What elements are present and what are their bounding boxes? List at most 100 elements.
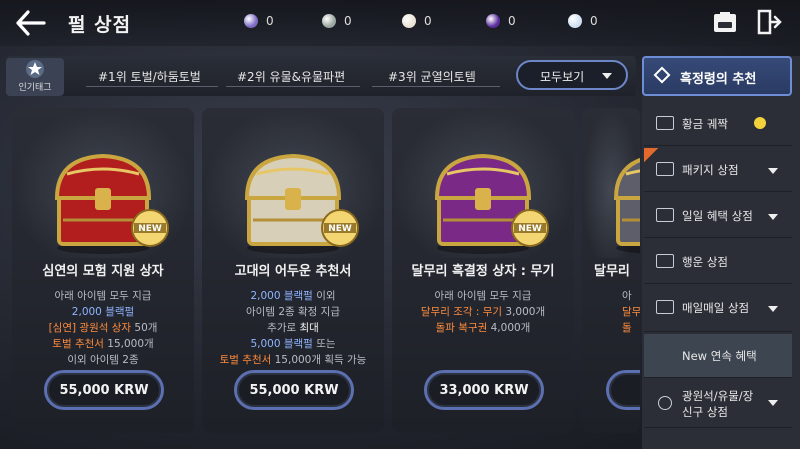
description-text: 이외 bbox=[312, 290, 336, 302]
description-text: [심연] 광원석 상자 bbox=[48, 322, 132, 334]
product-description: 아달무리돌 bbox=[622, 288, 640, 336]
tag-2-underline bbox=[226, 86, 360, 87]
price-button[interactable]: 33,000 KRW bbox=[424, 370, 544, 410]
price-button[interactable]: 55,000 KRW bbox=[44, 370, 164, 410]
sidebar-item-label: New 연속 혜택 bbox=[682, 349, 757, 363]
gold-coin-icon bbox=[754, 117, 766, 129]
currency-value: 0 bbox=[344, 14, 352, 28]
ring-icon bbox=[658, 396, 672, 410]
currency-5: 0 bbox=[568, 12, 598, 30]
description-line: 아 bbox=[622, 288, 640, 304]
description-text: 돌파 복구권 bbox=[435, 322, 488, 334]
product-description: 아래 아이템 모두 지급 2,000 블랙펄 [심연] 광원석 상자 50개 토벌 추… bbox=[12, 288, 194, 368]
description-text: 또는 bbox=[312, 338, 336, 350]
chevron-down-icon[interactable] bbox=[768, 214, 778, 220]
sidebar-item-6[interactable]: New 연속 혜택 bbox=[644, 334, 792, 378]
chevron-down-icon[interactable] bbox=[768, 168, 778, 174]
product-card[interactable]: NEW 달무리 흑결정 상자 : 무기아래 아이템 모두 지급달무리 조각 : 무… bbox=[392, 108, 574, 433]
description-text: 아이템 2종 확정 지급 bbox=[246, 306, 340, 318]
currency-4: 0 bbox=[486, 12, 516, 30]
chevron-down-icon[interactable] bbox=[768, 306, 778, 312]
sidebar-item-label: 황금 궤짝 bbox=[682, 117, 728, 131]
description-text: 2,000 블랙펄 bbox=[250, 290, 313, 302]
sidebar-item-1[interactable]: 황금 궤짝 bbox=[644, 102, 792, 146]
chevron-down-icon[interactable] bbox=[768, 400, 778, 406]
sidebar-item-label: 광원석/유물/장신구 상점 bbox=[682, 388, 753, 420]
product-card[interactable]: 달무리아달무리돌 bbox=[582, 108, 640, 433]
description-text: 달무리 조각 : 무기 bbox=[420, 306, 503, 318]
description-line: 돌파 복구권 4,000개 bbox=[392, 320, 574, 336]
product-card[interactable]: NEW 고대의 어두운 추천서 2,000 블랙펄 이외 아이템 2종 확정 지급 추가… bbox=[202, 108, 384, 433]
description-line: 아래 아이템 모두 지급 bbox=[12, 288, 194, 304]
tag-3-underline bbox=[372, 86, 500, 87]
description-text: 아 bbox=[622, 290, 632, 302]
tag-1[interactable]: #1위 토벌/하둠토벌 bbox=[98, 68, 201, 85]
package-box-icon bbox=[656, 208, 674, 222]
description-text: 이외 아이템 2종 bbox=[67, 354, 139, 366]
sidebar-title: 흑정령의 추천 bbox=[680, 72, 757, 87]
description-line: 5,000 블랙펄 또는 bbox=[202, 336, 384, 352]
description-text: 3,000개 bbox=[502, 306, 546, 318]
new-badge-icon: NEW bbox=[511, 209, 549, 247]
chest-icon bbox=[656, 254, 674, 268]
exit-door-icon[interactable] bbox=[756, 9, 782, 35]
chevron-down-icon bbox=[602, 73, 612, 79]
product-name: 달무리 흑결정 상자 : 무기 bbox=[411, 264, 555, 279]
description-text: 아래 아이템 모두 지급 bbox=[434, 290, 532, 302]
popular-tag-badge: 인기태그 bbox=[6, 58, 64, 96]
description-text: 아래 아이템 모두 지급 bbox=[54, 290, 152, 302]
description-text: 15,000개 획득 가능 bbox=[271, 354, 367, 366]
sidebar-item-label: 행운 상점 bbox=[682, 255, 728, 269]
package-box-icon bbox=[656, 162, 674, 176]
description-text: 최대 bbox=[299, 322, 319, 334]
sidebar-item-3[interactable]: 일일 혜택 상점 bbox=[644, 194, 792, 238]
view-all-dropdown[interactable]: 모두보기 bbox=[516, 60, 628, 90]
description-text: 추가로 bbox=[267, 322, 300, 334]
description-text: 2,000 블랙펄 bbox=[71, 306, 135, 318]
price-button[interactable]: 55,000 KRW bbox=[234, 370, 354, 410]
treasure-chest-icon bbox=[613, 158, 640, 254]
sidebar-item-5[interactable]: 매일매일 상점 bbox=[644, 286, 792, 332]
purple-m-coin-icon bbox=[244, 14, 258, 28]
description-text: 돌 bbox=[622, 322, 632, 334]
currency-value: 0 bbox=[508, 14, 516, 28]
product-name: 달무리 bbox=[594, 264, 630, 279]
tag-1-underline bbox=[86, 86, 218, 87]
description-line: 이외 아이템 2종 bbox=[12, 352, 194, 368]
sidebar-item-label-line1: 광원석/유물/장 bbox=[682, 389, 754, 403]
description-text: 토벌 추천서 bbox=[219, 354, 272, 366]
package-box-icon bbox=[656, 300, 674, 314]
price-button[interactable] bbox=[606, 370, 640, 410]
price-label: 55,000 KRW bbox=[59, 383, 149, 398]
description-line: 달무리 bbox=[622, 304, 640, 320]
chest-icon bbox=[656, 116, 674, 130]
mailbox-icon[interactable] bbox=[712, 10, 738, 34]
back-arrow-icon[interactable] bbox=[14, 8, 46, 38]
tag-3[interactable]: #3위 균열의토템 bbox=[388, 68, 476, 85]
description-line: 아래 아이템 모두 지급 bbox=[392, 288, 574, 304]
description-line: [심연] 광원석 상자 50개 bbox=[12, 320, 194, 336]
description-text: 50개 bbox=[131, 322, 158, 334]
tag-2[interactable]: #2위 유물&유물파편 bbox=[237, 68, 345, 85]
currency-value: 0 bbox=[424, 14, 432, 28]
description-line: 아이템 2종 확정 지급 bbox=[202, 304, 384, 320]
new-badge-label: NEW bbox=[138, 224, 162, 234]
pearl-icon bbox=[402, 14, 416, 28]
sidebar-item-7[interactable]: 광원석/유물/장신구 상점 bbox=[644, 380, 792, 428]
sidebar-item-label: 매일매일 상점 bbox=[682, 301, 750, 315]
description-text: 달무리 bbox=[622, 306, 640, 318]
new-ribbon-icon bbox=[644, 148, 658, 162]
purple-orb-icon bbox=[486, 14, 500, 28]
price-label: 55,000 KRW bbox=[249, 383, 339, 398]
sidebar-item-label-line2: 신구 상점 bbox=[682, 405, 728, 419]
product-card[interactable]: NEW 심연의 모험 지원 상자 아래 아이템 모두 지급 2,000 블랙펄 [심연]… bbox=[12, 108, 194, 433]
sidebar-header[interactable]: 흑정령의 추천 bbox=[642, 56, 792, 96]
sidebar-item-label: 패키지 상점 bbox=[682, 163, 739, 177]
description-text: 5,000 블랙펄 bbox=[250, 338, 313, 350]
description-text: 4,000개 bbox=[487, 322, 531, 334]
description-line: 2,000 블랙펄 bbox=[12, 304, 194, 320]
sidebar-item-label: 일일 혜택 상점 bbox=[682, 209, 753, 223]
sidebar-item-2[interactable]: 패키지 상점 bbox=[644, 148, 792, 192]
sidebar-item-4[interactable]: 행운 상점 bbox=[644, 240, 792, 284]
description-line: 토벌 추천서 15,000개 획득 가능 bbox=[202, 352, 384, 368]
